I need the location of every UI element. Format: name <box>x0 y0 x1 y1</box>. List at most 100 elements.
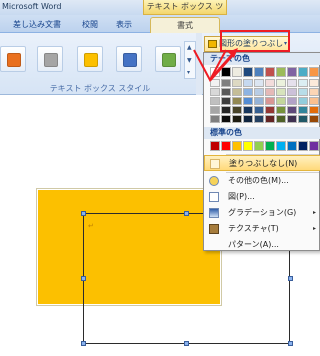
theme-color-chip[interactable] <box>254 79 264 87</box>
swatch-color <box>7 53 21 67</box>
standard-color-chip[interactable] <box>309 141 319 151</box>
standard-color-chip[interactable] <box>287 141 297 151</box>
style-swatch-gold[interactable] <box>77 46 103 72</box>
theme-color-chip[interactable] <box>265 106 275 114</box>
tab-format[interactable]: 書式 <box>150 17 220 33</box>
resize-handle-top-left[interactable] <box>81 211 86 216</box>
standard-color-chip[interactable] <box>254 141 264 151</box>
theme-color-chip[interactable] <box>254 88 264 96</box>
standard-color-chip[interactable] <box>265 141 275 151</box>
no-fill-icon <box>210 159 220 169</box>
theme-color-chip[interactable] <box>287 115 297 123</box>
theme-color-chip[interactable] <box>221 97 231 105</box>
standard-colors-header: 標準の色 <box>204 127 320 139</box>
resize-handle-bottom[interactable] <box>184 341 189 346</box>
theme-color-chip[interactable] <box>287 106 297 114</box>
theme-color-chip[interactable] <box>210 106 220 114</box>
pattern-item[interactable]: パターン(A)... <box>204 237 320 253</box>
standard-color-chip[interactable] <box>298 141 308 151</box>
theme-color-chip[interactable] <box>298 97 308 105</box>
resize-handle-bottom-left[interactable] <box>81 341 86 346</box>
theme-color-chip[interactable] <box>254 67 264 77</box>
standard-color-chip[interactable] <box>232 141 242 151</box>
theme-color-chip[interactable] <box>265 97 275 105</box>
theme-color-chip[interactable] <box>232 88 242 96</box>
theme-color-chip[interactable] <box>276 88 286 96</box>
theme-color-chip[interactable] <box>276 67 286 77</box>
style-swatch-orange[interactable] <box>0 46 26 72</box>
gradient-item[interactable]: グラデーション(G) ▸ <box>204 205 320 221</box>
theme-color-chip[interactable] <box>287 88 297 96</box>
resize-handle-bottom-right[interactable] <box>288 341 293 346</box>
theme-color-chip[interactable] <box>298 115 308 123</box>
picture-label: 図(P)... <box>228 192 255 201</box>
resize-handle-top[interactable] <box>184 211 189 216</box>
theme-color-chip[interactable] <box>243 67 253 77</box>
theme-color-chip[interactable] <box>276 106 286 114</box>
resize-handle-right[interactable] <box>288 276 293 281</box>
theme-color-chip[interactable] <box>221 106 231 114</box>
tab-review[interactable]: 校閲 <box>76 17 104 33</box>
theme-color-chip[interactable] <box>276 97 286 105</box>
theme-color-chip[interactable] <box>210 115 220 123</box>
theme-color-chip[interactable] <box>254 106 264 114</box>
no-fill-item[interactable]: 塗りつぶしなし(N) <box>204 155 320 171</box>
theme-color-chip[interactable] <box>298 88 308 96</box>
style-swatch-green[interactable] <box>155 46 181 72</box>
style-swatch-gray[interactable] <box>37 46 63 72</box>
standard-color-chip[interactable] <box>243 141 253 151</box>
theme-color-chip[interactable] <box>298 79 308 87</box>
theme-color-chip[interactable] <box>243 97 253 105</box>
theme-color-chip[interactable] <box>309 88 319 96</box>
theme-color-chip[interactable] <box>298 106 308 114</box>
theme-color-chip[interactable] <box>243 79 253 87</box>
more-colors-item[interactable]: その他の色(M)... <box>204 173 320 189</box>
swatch-color <box>162 53 176 67</box>
gradient-label: グラデーション(G) <box>228 208 297 217</box>
theme-color-chip[interactable] <box>298 67 308 77</box>
swatch-color <box>44 53 58 67</box>
theme-color-chip[interactable] <box>309 79 319 87</box>
theme-color-chip[interactable] <box>232 97 242 105</box>
picture-fill-item[interactable]: 図(P)... <box>204 189 320 205</box>
tab-view[interactable]: 表示 <box>110 17 138 33</box>
theme-color-chip[interactable] <box>243 115 253 123</box>
pattern-label: パターン(A)... <box>228 240 279 249</box>
theme-color-chip[interactable] <box>276 115 286 123</box>
standard-color-chip[interactable] <box>210 141 220 151</box>
standard-color-chip[interactable] <box>221 141 231 151</box>
swatch-color <box>84 53 98 67</box>
theme-color-chip[interactable] <box>254 115 264 123</box>
theme-color-chip[interactable] <box>265 79 275 87</box>
theme-color-chip[interactable] <box>287 79 297 87</box>
submenu-arrow-icon: ▸ <box>312 209 316 216</box>
theme-color-chip[interactable] <box>210 97 220 105</box>
swatch-color <box>123 53 137 67</box>
title-bar: Microsoft Word テキスト ボックス ツール <box>0 0 320 24</box>
theme-color-chip[interactable] <box>287 67 297 77</box>
theme-color-chip[interactable] <box>287 97 297 105</box>
theme-color-chip[interactable] <box>309 67 319 77</box>
theme-color-chip[interactable] <box>221 115 231 123</box>
theme-color-chip[interactable] <box>265 67 275 77</box>
style-swatch-blue[interactable] <box>116 46 142 72</box>
texture-item[interactable]: テクスチャ(T) ▸ <box>204 221 320 237</box>
tab-mailings[interactable]: 差し込み文書 <box>6 17 68 33</box>
theme-color-chip[interactable] <box>232 115 242 123</box>
theme-color-chip[interactable] <box>309 106 319 114</box>
theme-color-chip[interactable] <box>309 115 319 123</box>
resize-handle-left[interactable] <box>81 276 86 281</box>
theme-color-chip[interactable] <box>232 106 242 114</box>
theme-color-chip[interactable] <box>254 97 264 105</box>
theme-color-chip[interactable] <box>243 106 253 114</box>
context-tool-title: テキスト ボックス ツール <box>143 0 227 24</box>
theme-color-chip[interactable] <box>210 88 220 96</box>
theme-color-chip[interactable] <box>265 88 275 96</box>
theme-color-chip[interactable] <box>265 115 275 123</box>
theme-color-chip[interactable] <box>309 97 319 105</box>
standard-color-chip[interactable] <box>276 141 286 151</box>
theme-color-chip[interactable] <box>276 79 286 87</box>
texture-label: テクスチャ(T) <box>228 224 279 233</box>
theme-color-chip[interactable] <box>243 88 253 96</box>
theme-color-chip[interactable] <box>221 88 231 96</box>
